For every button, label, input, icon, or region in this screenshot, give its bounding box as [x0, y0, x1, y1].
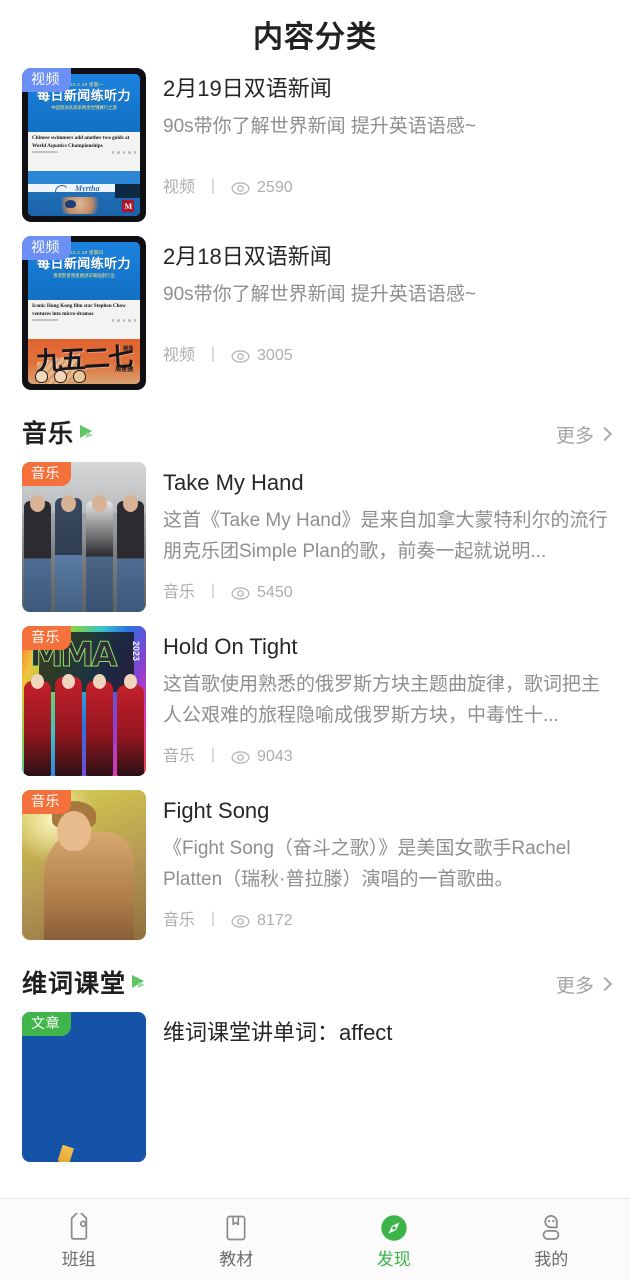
item-body: Hold On Tight 这首歌使用熟悉的俄罗斯方块主题曲旋律，歌词把主人公艰… [146, 626, 612, 776]
thumb-english-text: Iconic Hong Kong film star Stephen Chow … [32, 303, 126, 317]
section-more-link[interactable]: 更多 [555, 421, 613, 448]
item-body: Fight Song 《Fight Song（奋斗之歌）》是美国女歌手Rache… [146, 790, 612, 940]
section-more-link[interactable]: 更多 [555, 971, 613, 998]
page-title: 内容分类 [253, 21, 377, 54]
item-thumbnail[interactable]: 2024.2.18 星期日 每日新闻练听力 香港影星周星驰进军微短剧行业 Ico… [22, 236, 146, 390]
item-meta-type: 音乐 [163, 912, 196, 929]
item-thumbnail[interactable]: MMA 2023 音乐 [22, 626, 146, 776]
item-description: 90s带你了解世界新闻 提升英语语感~ [163, 116, 477, 137]
book-icon [221, 1213, 251, 1243]
content-type-badge: 音乐 [22, 462, 71, 486]
chevron-right-icon [597, 426, 613, 442]
item-meta-type: 视频 [163, 347, 196, 364]
item-description: 90s带你了解世界新闻 提升英语语感~ [163, 284, 477, 305]
item-description: 这首《Take My Hand》是来自加拿大蒙特利尔的流行朋克乐团Simple … [163, 510, 608, 562]
compass-icon [379, 1213, 409, 1243]
thumb-byline [28, 151, 140, 156]
item-view-count: 9043 [257, 748, 293, 765]
item-title[interactable]: Take My Hand [163, 468, 612, 498]
item-thumbnail[interactable]: 2024.2.19 星期一 每日新闻练听力 中国游泳队再添两金世锦赛行之旅 Ch… [22, 68, 146, 222]
item-meta-separator: 丨 [205, 912, 222, 929]
nav-item-jiaocai[interactable]: 教材 [158, 1209, 316, 1270]
item-meta-separator: 丨 [205, 179, 222, 196]
content-type-badge: 音乐 [22, 790, 71, 814]
nav-item-wode[interactable]: 我的 [473, 1209, 630, 1270]
section-title: 维词课堂 [22, 970, 127, 998]
item-title[interactable]: 维词课堂讲单词：affect [163, 1018, 612, 1048]
item-view-count: 8172 [257, 912, 293, 929]
nav-item-faxian[interactable]: 发现 [315, 1209, 473, 1270]
section-header-left: 维词课堂 [22, 969, 147, 999]
app-root: 内容分类 2024.2.19 星期一 每日新闻练听力 中国游泳队再添两金世锦赛行… [0, 0, 630, 1280]
item-meta-separator: 丨 [205, 748, 222, 765]
nav-label: 发现 [376, 1250, 411, 1269]
section-more-label: 更多 [555, 975, 594, 997]
content-type-badge: 文章 [22, 1012, 71, 1036]
eye-icon [231, 349, 250, 363]
item-meta-type: 音乐 [163, 748, 196, 765]
content-type-badge: 视频 [22, 236, 71, 260]
section-header-music: 音乐 更多 [0, 406, 630, 462]
list-item[interactable]: 文章 维词课堂讲单词：affect [0, 1012, 630, 1162]
cover-year-text: 2023 [131, 641, 142, 662]
content-scroll-area[interactable]: 2024.2.19 星期一 每日新闻练听力 中国游泳队再添两金世锦赛行之旅 Ch… [0, 68, 630, 1198]
item-view-count: 3005 [257, 347, 293, 364]
content-type-badge: 音乐 [22, 626, 71, 650]
item-title[interactable]: 2月19日双语新闻 [163, 74, 612, 104]
item-meta-separator: 丨 [205, 347, 222, 364]
item-description: 《Fight Song（奋斗之歌）》是美国女歌手Rachel Platten（瑞… [163, 838, 571, 890]
section-more-label: 更多 [555, 425, 594, 447]
thumb-english-text: Chinese swimmers add another two golds a… [32, 135, 130, 149]
eye-icon [231, 750, 250, 764]
list-item[interactable]: MMA 2023 音乐 Hold On Tight 这首歌使用熟悉的俄罗斯方块主… [0, 626, 630, 776]
list-item[interactable]: 2024.2.18 星期日 每日新闻练听力 香港影星周星驰进军微短剧行业 Ico… [0, 236, 630, 390]
item-meta-type: 音乐 [163, 584, 196, 601]
eye-icon [231, 586, 250, 600]
item-view-count: 5450 [257, 584, 293, 601]
thumb-byline [28, 319, 140, 324]
item-meta: 音乐 丨 5450 [163, 583, 612, 603]
item-meta: 音乐 丨 9043 [163, 747, 612, 767]
item-title[interactable]: Fight Song [163, 796, 612, 826]
item-title[interactable]: 2月18日双语新闻 [163, 242, 612, 272]
tag-icon [64, 1210, 94, 1243]
nav-label: 班组 [61, 1250, 96, 1269]
item-meta: 视频 丨 3005 [163, 346, 612, 366]
item-body: 2月18日双语新闻 90s带你了解世界新闻 提升英语语感~ 视频 丨 3005 [146, 236, 612, 390]
nav-label: 我的 [534, 1250, 569, 1269]
item-description: 这首歌使用熟悉的俄罗斯方块主题曲旋律，歌词把主人公艰难的旅程隐喻成俄罗斯方块，中… [163, 674, 601, 726]
thumb-poster-credit: 周星驰 [115, 367, 134, 374]
person-icon [536, 1213, 566, 1243]
list-item[interactable]: 音乐 Take My Hand 这首《Take My Hand》是来自加拿大蒙特… [0, 462, 630, 612]
thumb-subhead-text: 中国游泳队再添两金世锦赛行之旅 [51, 105, 117, 110]
item-view-count: 2590 [257, 179, 293, 196]
chevron-right-icon [597, 976, 613, 992]
item-thumbnail[interactable]: 音乐 [22, 790, 146, 940]
item-title[interactable]: Hold On Tight [163, 632, 612, 662]
item-thumbnail[interactable]: 音乐 [22, 462, 146, 612]
item-meta-type: 视频 [163, 179, 196, 196]
item-body: 维词课堂讲单词：affect [146, 1012, 612, 1162]
play-triangle-icon [78, 423, 95, 445]
nav-label: 教材 [219, 1250, 254, 1269]
item-thumbnail[interactable]: 文章 [22, 1012, 146, 1162]
thumb-subhead-text: 香港影星周星驰进军微短剧行业 [53, 273, 115, 278]
eye-icon [231, 914, 250, 928]
list-item[interactable]: 音乐 Fight Song 《Fight Song（奋斗之歌）》是美国女歌手Ra… [0, 790, 630, 940]
section-title: 音乐 [22, 420, 75, 448]
content-type-badge: 视频 [22, 68, 71, 92]
nav-item-banzu[interactable]: 班组 [0, 1209, 158, 1270]
item-meta: 音乐 丨 8172 [163, 911, 612, 931]
item-meta-separator: 丨 [205, 584, 222, 601]
item-meta: 视频 丨 2590 [163, 178, 612, 198]
play-triangle-icon [130, 973, 147, 995]
item-body: 2月19日双语新闻 90s带你了解世界新闻 提升英语语感~ 视频 丨 2590 [146, 68, 612, 222]
section-header-left: 音乐 [22, 419, 95, 449]
item-body: Take My Hand 这首《Take My Hand》是来自加拿大蒙特利尔的… [146, 462, 612, 612]
list-item[interactable]: 2024.2.19 星期一 每日新闻练听力 中国游泳队再添两金世锦赛行之旅 Ch… [0, 68, 630, 222]
page-header: 内容分类 [0, 0, 630, 68]
section-header-weici: 维词课堂 更多 [0, 956, 630, 1012]
eye-icon [231, 181, 250, 195]
bottom-navigation-bar: 班组 教材 发现 我的 [0, 1198, 630, 1280]
